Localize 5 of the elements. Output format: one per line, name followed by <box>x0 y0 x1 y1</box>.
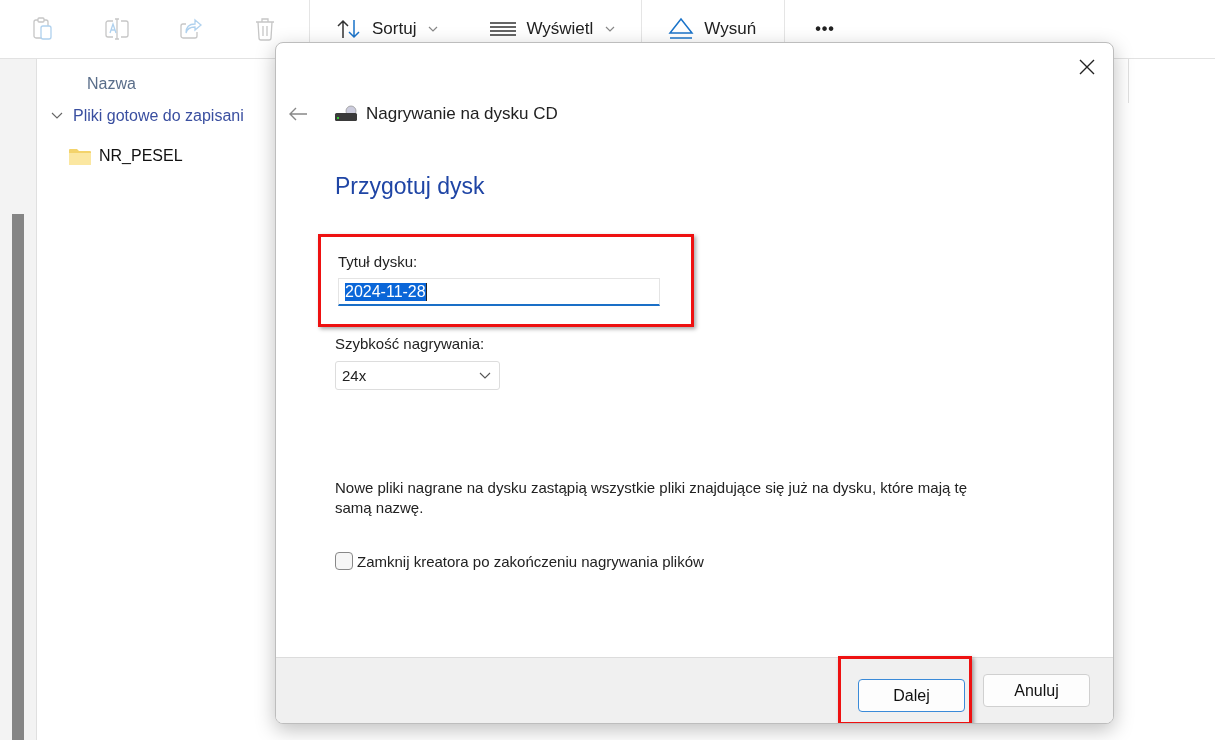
info-text: Nowe pliki nagrane na dysku zastąpią wszystkie pliki znajdujące się już na dysku, które mają tę samą nazwę. <box>335 478 968 518</box>
page-heading: Przygotuj dysk <box>335 173 485 200</box>
field-label: Szybkość nagrywania: <box>335 335 485 352</box>
dialog-title: Nagrywanie na dysku CD <box>366 104 558 124</box>
field-label: Tytuł dysku: <box>338 253 419 270</box>
